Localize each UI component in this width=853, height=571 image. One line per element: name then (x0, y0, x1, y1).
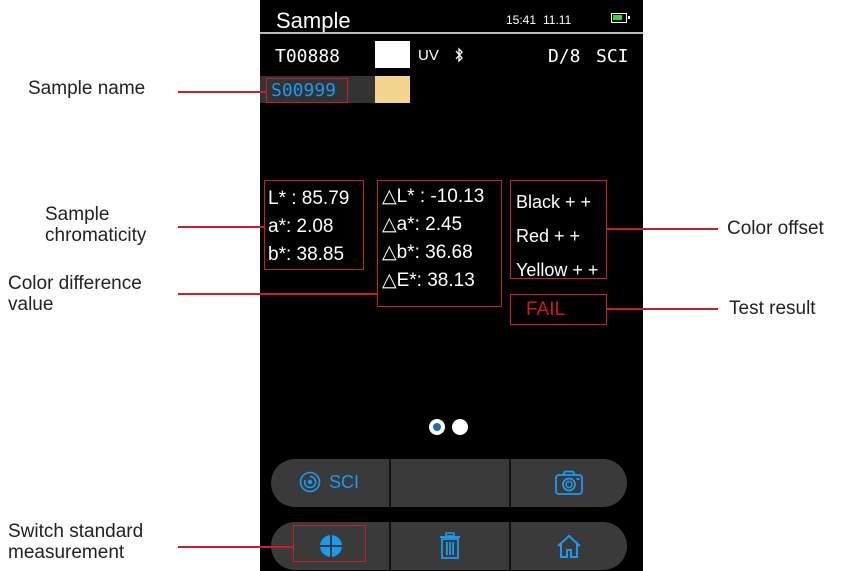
geometry-label: D/8 (548, 46, 581, 67)
sample-swatch (375, 76, 410, 103)
clock-date: 11.11 (543, 13, 572, 27)
camera-button[interactable] (511, 459, 627, 507)
sci-mode-icon (299, 471, 321, 493)
trash-icon (440, 532, 460, 559)
highlight-chromaticity (264, 180, 364, 270)
bluetooth-icon (455, 47, 463, 63)
title-divider (260, 32, 643, 34)
standard-id[interactable]: T00888 (275, 46, 340, 67)
standard-swatch (375, 41, 410, 68)
sci-mode-button[interactable]: SCI (271, 459, 389, 507)
annotation-color-difference: Color difference value (8, 273, 142, 315)
mode-label: SCI (596, 46, 629, 67)
annotation-test-result: Test result (729, 298, 816, 319)
leader-difference (178, 293, 377, 295)
page-dot-active[interactable] (429, 419, 445, 435)
screen-title: Sample (276, 8, 351, 33)
camera-icon (555, 470, 583, 495)
leader-chromaticity (178, 226, 264, 228)
empty-button (391, 459, 509, 507)
page-dot[interactable] (452, 419, 468, 435)
annotation-sample-name: Sample name (28, 78, 146, 99)
delete-button[interactable] (391, 522, 509, 570)
toolbar-top: SCI (271, 459, 627, 507)
highlight-difference (377, 180, 502, 307)
annotation-chromaticity: Sample chromaticity (45, 204, 147, 246)
leader-switch-standard (178, 546, 293, 548)
annotation-switch-standard: Switch standard measurement (8, 521, 144, 563)
leader-sample-name (178, 91, 266, 93)
highlight-switch-standard (293, 525, 366, 562)
home-button[interactable] (511, 522, 627, 570)
highlight-result (510, 294, 607, 325)
leader-offset (607, 228, 718, 230)
battery-icon (611, 13, 630, 23)
home-icon (557, 534, 581, 558)
leader-result (607, 308, 718, 310)
light-source: UV (418, 47, 439, 64)
highlight-offset (510, 180, 607, 279)
annotation-color-offset: Color offset (727, 218, 824, 239)
sci-mode-label: SCI (329, 472, 360, 492)
highlight-sample-name (266, 78, 348, 103)
clock-time: 15:41 (506, 13, 537, 27)
